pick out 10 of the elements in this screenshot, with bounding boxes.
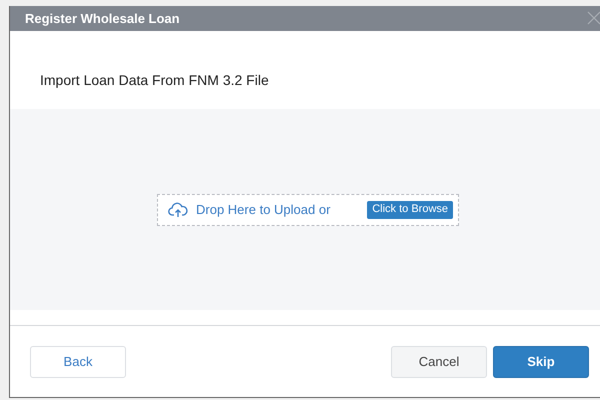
- section-heading: Import Loan Data From FNM 3.2 File: [40, 70, 269, 90]
- cloud-upload-icon: [168, 202, 188, 218]
- close-icon[interactable]: [587, 11, 600, 25]
- browse-button[interactable]: Click to Browse: [367, 200, 453, 218]
- skip-button[interactable]: Skip: [493, 346, 589, 378]
- cancel-button[interactable]: Cancel: [391, 346, 487, 378]
- dialog-title: Register Wholesale Loan: [25, 10, 180, 28]
- drop-zone[interactable]: Drop Here to Upload or Click to Browse: [157, 194, 459, 226]
- back-button[interactable]: Back: [30, 346, 126, 378]
- drop-prompt: Drop Here to Upload or: [196, 200, 330, 219]
